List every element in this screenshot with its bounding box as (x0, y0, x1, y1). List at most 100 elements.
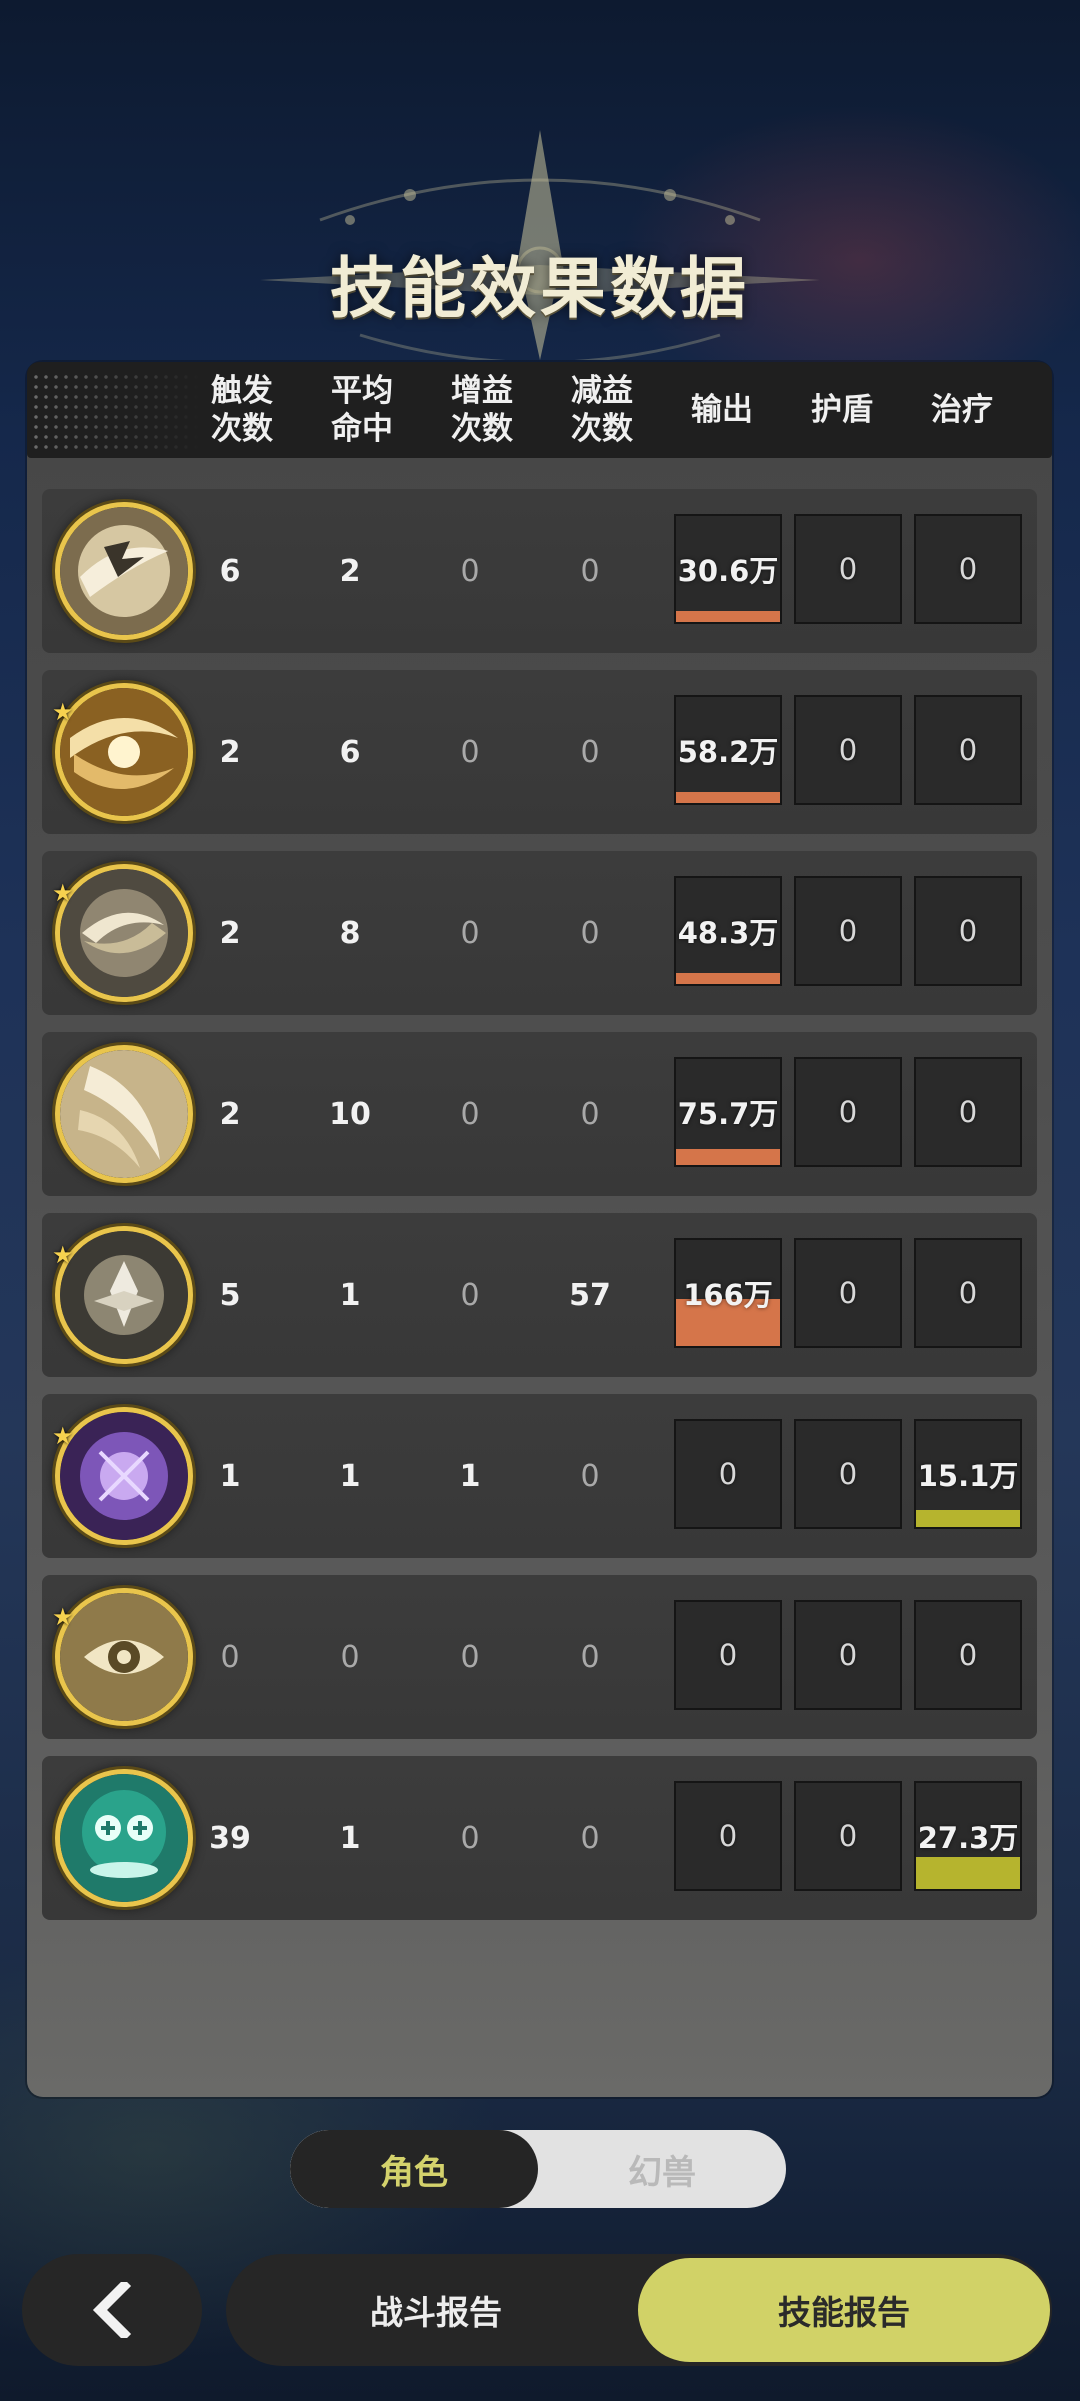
header-heal: 治疗 (931, 392, 993, 428)
output-value: 30.6万 (674, 514, 782, 624)
shield-value: 0 (794, 1781, 902, 1891)
table-row: 6 2 0 0 30.6万 0 0 (42, 489, 1037, 653)
output-value: 58.2万 (674, 695, 782, 805)
table-row: ★ 0 0 0 0 0 0 0 (42, 1575, 1037, 1739)
shield-value-label: 0 (838, 1638, 858, 1672)
back-button[interactable] (22, 2254, 202, 2366)
heal-bar (916, 1510, 1020, 1527)
star-icon: ★ (52, 698, 74, 726)
purple-orb-skill-icon[interactable] (60, 1412, 188, 1540)
trigger-count: 2 (219, 1096, 241, 1132)
header-average-hits: 平均 命中 (331, 373, 393, 447)
debuff-count: 0 (580, 1639, 600, 1675)
heal-value: 15.1万 (914, 1419, 1022, 1529)
report-tabs: 战斗报告 技能报告 (226, 2254, 1052, 2366)
average-hits: 6 (339, 734, 361, 770)
trigger-count: 39 (209, 1820, 251, 1856)
golden-slash-skill-icon[interactable] (60, 688, 188, 816)
toggle-character[interactable]: 角色 (290, 2130, 538, 2208)
eye-skill-icon[interactable] (60, 1593, 188, 1721)
header-output: 输出 (691, 392, 753, 428)
debuff-count: 0 (580, 915, 600, 951)
heal-value: 0 (914, 1238, 1022, 1348)
buff-count: 0 (460, 915, 480, 951)
hand-sweep-skill-icon[interactable] (60, 507, 188, 635)
output-value-label: 48.3万 (677, 916, 779, 950)
shield-value: 0 (794, 1057, 902, 1167)
buff-count: 0 (460, 1277, 480, 1313)
toggle-beast[interactable]: 幻兽 (538, 2130, 786, 2208)
skill-report-tab[interactable]: 技能报告 (638, 2258, 1050, 2362)
heal-value-label: 0 (958, 1638, 978, 1672)
debuff-count: 0 (580, 1096, 600, 1132)
output-value: 0 (674, 1600, 782, 1710)
output-value: 75.7万 (674, 1057, 782, 1167)
buff-count: 1 (459, 1458, 481, 1494)
header-buff-count: 增益 次数 (451, 373, 513, 447)
header-debuff-count: 减益 次数 (571, 373, 633, 447)
table-row: 39 1 0 0 0 0 27.3万 (42, 1756, 1037, 1920)
output-value-label: 30.6万 (677, 554, 779, 588)
output-value-label: 0 (718, 1457, 738, 1491)
shield-value-label: 0 (838, 552, 858, 586)
trigger-count: 0 (220, 1639, 240, 1675)
shield-value-label: 0 (838, 1095, 858, 1129)
heal-value-label: 0 (958, 1095, 978, 1129)
output-bar (676, 973, 780, 984)
header-trigger-count: 触发 次数 (211, 373, 273, 447)
output-value: 0 (674, 1419, 782, 1529)
debuff-count: 0 (580, 1820, 600, 1856)
average-hits: 1 (339, 1820, 361, 1856)
heal-value-label: 15.1万 (917, 1459, 1019, 1493)
debuff-count: 57 (569, 1277, 611, 1313)
trigger-count: 1 (219, 1458, 241, 1494)
shield-value-label: 0 (838, 733, 858, 767)
shield-value: 0 (794, 695, 902, 805)
table-row: ★ 2 6 0 0 58.2万 0 0 (42, 670, 1037, 834)
heal-plus-skill-icon[interactable] (60, 1774, 188, 1902)
table-row: ★ 1 1 1 0 0 0 15.1万 (42, 1394, 1037, 1558)
heal-bar (916, 1857, 1020, 1889)
heal-value-label: 0 (958, 1276, 978, 1310)
shield-value-label: 0 (838, 1819, 858, 1853)
leaf-emblem-skill-icon[interactable] (60, 1231, 188, 1359)
title-area: 技能效果数据 (0, 120, 1080, 360)
star-icon: ★ (52, 1603, 74, 1631)
output-value-label: 0 (718, 1638, 738, 1672)
debuff-count: 0 (580, 1458, 600, 1494)
whirl-skill-icon[interactable] (60, 869, 188, 997)
star-icon: ★ (52, 1241, 74, 1269)
output-value: 166万 (674, 1238, 782, 1348)
buff-count: 0 (460, 1820, 480, 1856)
star-icon: ★ (52, 1422, 74, 1450)
buff-count: 0 (460, 1639, 480, 1675)
heal-value-label: 0 (958, 914, 978, 948)
heal-value-label: 0 (958, 552, 978, 586)
wind-slash-skill-icon[interactable] (60, 1050, 188, 1178)
average-hits: 8 (339, 915, 361, 951)
heal-value: 27.3万 (914, 1781, 1022, 1891)
table-row: ★ 5 1 0 57 166万 0 0 (42, 1213, 1037, 1377)
trigger-count: 6 (219, 553, 241, 589)
trigger-count: 2 (219, 734, 241, 770)
output-value-label: 75.7万 (677, 1097, 779, 1131)
average-hits: 1 (339, 1277, 361, 1313)
table-header: 触发 次数 平均 命中 增益 次数 减益 次数 输出 护盾 治疗 (27, 362, 1052, 458)
shield-value: 0 (794, 876, 902, 986)
shield-value-label: 0 (838, 914, 858, 948)
role-toggle: 角色 幻兽 (290, 2130, 786, 2208)
buff-count: 0 (460, 734, 480, 770)
page-title: 技能效果数据 (330, 250, 750, 327)
output-value-label: 166万 (683, 1278, 773, 1312)
table-row: ★ 2 8 0 0 48.3万 0 0 (42, 851, 1037, 1015)
battle-report-tab[interactable]: 战斗报告 (226, 2254, 646, 2366)
shield-value: 0 (794, 1238, 902, 1348)
output-bar (676, 792, 780, 803)
output-bar (676, 1149, 780, 1165)
heal-value: 0 (914, 1057, 1022, 1167)
chevron-left-icon (92, 2282, 132, 2338)
shield-value-label: 0 (838, 1457, 858, 1491)
buff-count: 0 (460, 1096, 480, 1132)
heal-value: 0 (914, 695, 1022, 805)
output-bar (676, 611, 780, 622)
